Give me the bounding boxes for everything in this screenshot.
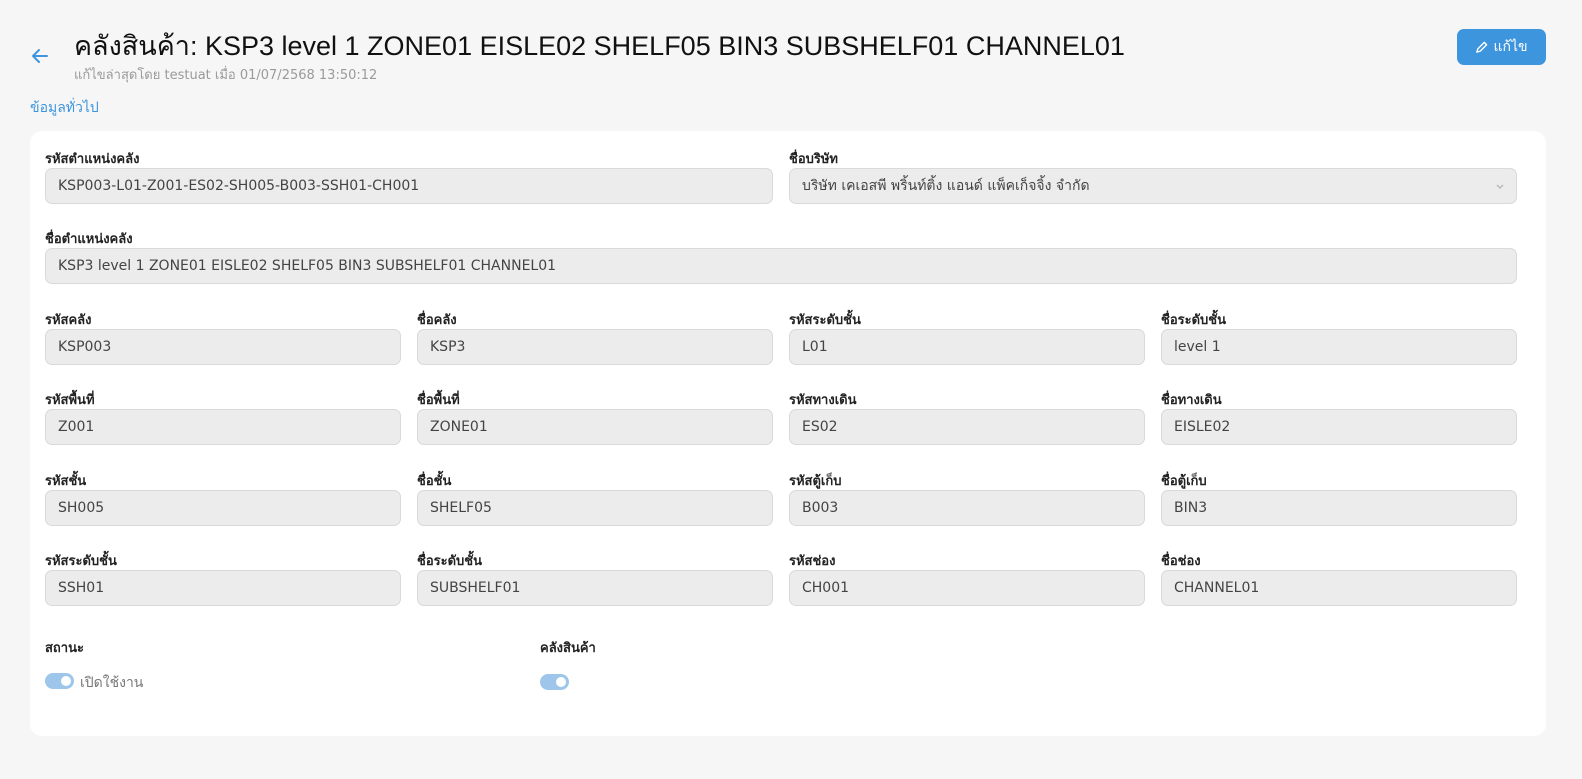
aisle-name-label: ชื่อทางเดิน xyxy=(1161,393,1222,408)
back-button[interactable] xyxy=(28,44,52,68)
tab-general-info[interactable]: ข้อมูลทั่วไป xyxy=(30,97,99,119)
edit-button-label: แก้ไข xyxy=(1493,39,1528,55)
shelf-name-field: ชื่อชั้น SHELF05 xyxy=(417,470,773,532)
edit-button[interactable]: แก้ไข xyxy=(1457,29,1546,65)
warehouse-flag-field: คลังสินค้า xyxy=(540,637,840,697)
status-label: สถานะ xyxy=(45,641,84,656)
warehouse-flag-label: คลังสินค้า xyxy=(540,641,596,656)
subshelf-code-label: รหัสระดับชั้น xyxy=(45,554,117,569)
aisle-code-field: รหัสทางเดิน ES02 xyxy=(789,389,1145,451)
warehouse-name-input[interactable]: KSP3 xyxy=(417,329,773,365)
level-name-field: ชื่อระดับชั้น level 1 xyxy=(1161,309,1517,371)
zone-code-input[interactable]: Z001 xyxy=(45,409,401,445)
bin-code-input[interactable]: B003 xyxy=(789,490,1145,526)
aisle-name-field: ชื่อทางเดิน EISLE02 xyxy=(1161,389,1517,451)
bin-code-field: รหัสตู้เก็บ B003 xyxy=(789,470,1145,532)
level-code-input[interactable]: L01 xyxy=(789,329,1145,365)
page-title: คลังสินค้า: KSP3 level 1 ZONE01 EISLE02 … xyxy=(74,31,1125,61)
level-code-label: รหัสระดับชั้น xyxy=(789,313,861,328)
bin-name-field: ชื่อตู้เก็บ BIN3 xyxy=(1161,470,1517,532)
subshelf-code-field: รหัสระดับชั้น SSH01 xyxy=(45,550,401,612)
status-toggle[interactable] xyxy=(45,673,74,689)
channel-code-input[interactable]: CH001 xyxy=(789,570,1145,606)
shelf-code-field: รหัสชั้น SH005 xyxy=(45,470,401,532)
company-name-field: ชื่อบริษัท บริษัท เคเอสพี พริ้นท์ติ้ง แอ… xyxy=(789,148,1517,210)
location-code-field: รหัสตำแหน่งคลัง KSP003-L01-Z001-ES02-SH0… xyxy=(45,148,773,210)
subshelf-name-input[interactable]: SUBSHELF01 xyxy=(417,570,773,606)
warehouse-name-label: ชื่อคลัง xyxy=(417,313,457,328)
form-card: รหัสตำแหน่งคลัง KSP003-L01-Z001-ES02-SH0… xyxy=(30,131,1546,736)
warehouse-code-field: รหัสคลัง KSP003 xyxy=(45,309,401,371)
subshelf-code-input[interactable]: SSH01 xyxy=(45,570,401,606)
channel-code-field: รหัสช่อง CH001 xyxy=(789,550,1145,612)
warehouse-flag-toggle[interactable] xyxy=(540,674,569,690)
zone-name-input[interactable]: ZONE01 xyxy=(417,409,773,445)
shelf-code-input[interactable]: SH005 xyxy=(45,490,401,526)
zone-code-label: รหัสพื้นที่ xyxy=(45,393,95,408)
level-code-field: รหัสระดับชั้น L01 xyxy=(789,309,1145,371)
shelf-code-label: รหัสชั้น xyxy=(45,474,87,489)
status-field: สถานะ เปิดใช้งาน xyxy=(45,637,345,697)
level-name-input[interactable]: level 1 xyxy=(1161,329,1517,365)
status-toggle-text: เปิดใช้งาน xyxy=(80,675,144,691)
location-code-label: รหัสตำแหน่งคลัง xyxy=(45,152,140,167)
aisle-code-label: รหัสทางเดิน xyxy=(789,393,857,408)
channel-name-field: ชื่อช่อง CHANNEL01 xyxy=(1161,550,1517,612)
shelf-name-input[interactable]: SHELF05 xyxy=(417,490,773,526)
arrow-left-icon xyxy=(32,49,48,63)
company-name-value: บริษัท เคเอสพี พริ้นท์ติ้ง แอนด์ แพ็คเก็… xyxy=(802,178,1090,194)
company-name-select[interactable]: บริษัท เคเอสพี พริ้นท์ติ้ง แอนด์ แพ็คเก็… xyxy=(789,168,1517,204)
location-name-input[interactable]: KSP3 level 1 ZONE01 EISLE02 SHELF05 BIN3… xyxy=(45,248,1517,284)
bin-code-label: รหัสตู้เก็บ xyxy=(789,474,842,489)
location-name-field: ชื่อตำแหน่งคลัง KSP3 level 1 ZONE01 EISL… xyxy=(45,228,1517,290)
last-edited-text: แก้ไขล่าสุดโดย testuat เมื่อ 01/07/2568 … xyxy=(74,68,378,83)
bin-name-input[interactable]: BIN3 xyxy=(1161,490,1517,526)
aisle-name-input[interactable]: EISLE02 xyxy=(1161,409,1517,445)
subshelf-name-field: ชื่อระดับชั้น SUBSHELF01 xyxy=(417,550,773,612)
aisle-code-input[interactable]: ES02 xyxy=(789,409,1145,445)
zone-name-field: ชื่อพื้นที่ ZONE01 xyxy=(417,389,773,451)
location-code-input[interactable]: KSP003-L01-Z001-ES02-SH005-B003-SSH01-CH… xyxy=(45,168,773,204)
channel-name-input[interactable]: CHANNEL01 xyxy=(1161,570,1517,606)
warehouse-code-input[interactable]: KSP003 xyxy=(45,329,401,365)
warehouse-code-label: รหัสคลัง xyxy=(45,313,92,328)
warehouse-name-field: ชื่อคลัง KSP3 xyxy=(417,309,773,371)
zone-name-label: ชื่อพื้นที่ xyxy=(417,393,460,408)
level-name-label: ชื่อระดับชั้น xyxy=(1161,313,1226,328)
bin-name-label: ชื่อตู้เก็บ xyxy=(1161,474,1207,489)
subshelf-name-label: ชื่อระดับชั้น xyxy=(417,554,482,569)
channel-code-label: รหัสช่อง xyxy=(789,554,836,569)
channel-name-label: ชื่อช่อง xyxy=(1161,554,1201,569)
location-name-label: ชื่อตำแหน่งคลัง xyxy=(45,232,133,247)
company-name-label: ชื่อบริษัท xyxy=(789,152,839,167)
zone-code-field: รหัสพื้นที่ Z001 xyxy=(45,389,401,451)
shelf-name-label: ชื่อชั้น xyxy=(417,474,452,489)
chevron-down-icon xyxy=(1496,184,1504,189)
pencil-icon xyxy=(1476,41,1488,53)
